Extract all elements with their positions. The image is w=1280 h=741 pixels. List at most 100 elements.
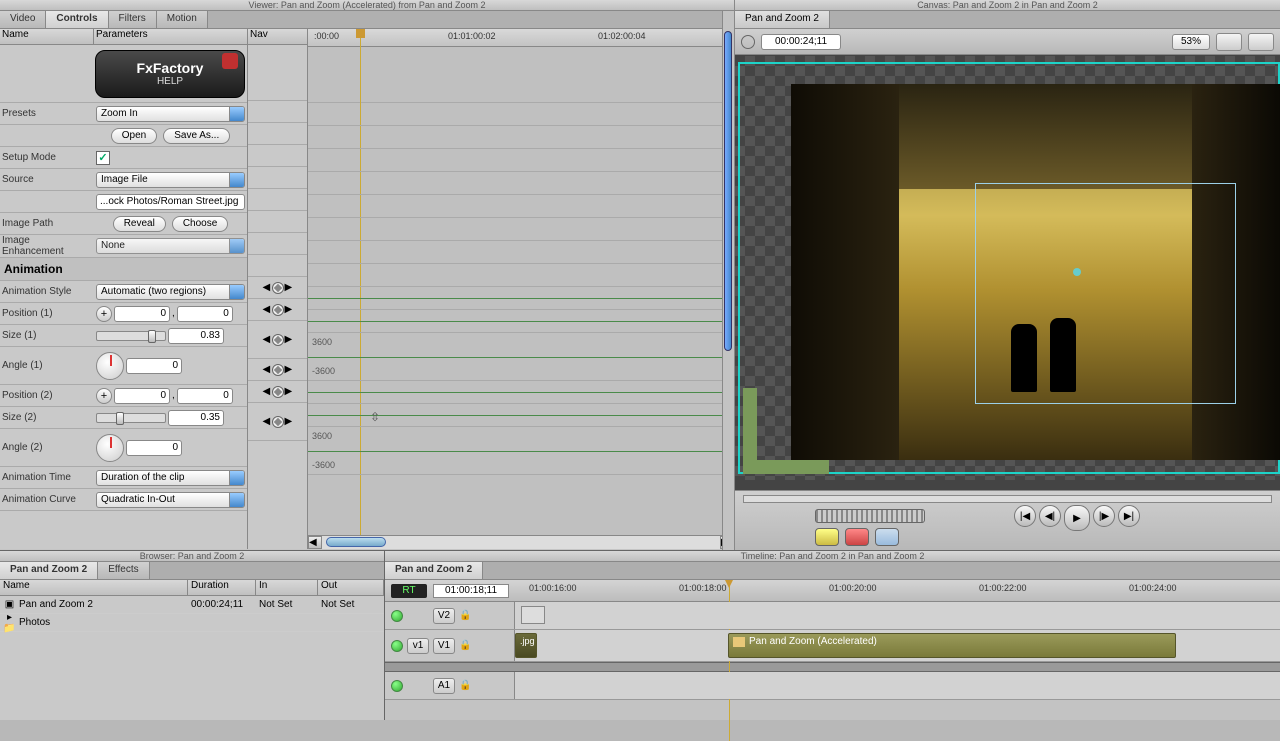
presets-select[interactable]: Zoom In bbox=[96, 106, 245, 122]
thumbnail bbox=[521, 606, 545, 624]
animation-header: Animation bbox=[0, 258, 247, 281]
param-hscroll[interactable]: ◀▶ bbox=[308, 535, 734, 549]
col-parameters: Parameters bbox=[94, 29, 247, 44]
region-center-handle[interactable] bbox=[1073, 268, 1081, 276]
step-back-button[interactable]: ◀| bbox=[1039, 505, 1061, 527]
track-enable-a1[interactable] bbox=[391, 680, 403, 692]
animcurve-select[interactable]: Quadratic In-Out bbox=[96, 492, 245, 508]
param-timeline-ruler[interactable]: :00:00 01:01:00:02 01:02:00:04 bbox=[308, 29, 734, 47]
lock-icon[interactable]: 🔒 bbox=[459, 610, 471, 622]
keyframe-button[interactable] bbox=[272, 364, 284, 376]
angle2-value[interactable]: 0 bbox=[126, 440, 182, 456]
browser-title: Browser: Pan and Zoom 2 bbox=[0, 551, 384, 562]
track-label-a1[interactable]: A1 bbox=[433, 678, 455, 694]
position1-x[interactable]: 0 bbox=[114, 306, 170, 322]
timeline-timecode[interactable]: 01:00:18;11 bbox=[433, 584, 509, 598]
size1-value[interactable]: 0.83 bbox=[168, 328, 224, 344]
param-vscroll[interactable] bbox=[722, 11, 734, 550]
viewer-tabs: Video Controls Filters Motion bbox=[0, 11, 734, 29]
canvas-zoom[interactable]: 53% bbox=[1172, 34, 1210, 50]
size2-label: Size (2) bbox=[0, 412, 94, 423]
overwrite-button[interactable] bbox=[875, 528, 899, 546]
step-fwd-button[interactable]: |▶ bbox=[1093, 505, 1115, 527]
track-label-v2[interactable]: V2 bbox=[433, 608, 455, 624]
timeline-tab[interactable]: Pan and Zoom 2 bbox=[385, 562, 483, 579]
col-nav: Nav bbox=[248, 29, 307, 45]
track-source-v1[interactable]: v1 bbox=[407, 638, 429, 654]
keyframe-button[interactable] bbox=[272, 304, 284, 316]
tab-controls[interactable]: Controls bbox=[46, 11, 108, 28]
clip-panzoom[interactable]: Pan and Zoom (Accelerated) bbox=[728, 633, 1176, 658]
browser-col-name[interactable]: Name bbox=[0, 580, 188, 595]
goto-start-button[interactable]: |◀ bbox=[1014, 505, 1036, 527]
mark-clip-button[interactable] bbox=[815, 528, 839, 546]
track-v1: v1 V1 🔒 .jpg Pan and Zoom (Accelerated) bbox=[385, 630, 1280, 662]
timeline-ruler[interactable]: 01:00:16:00 01:00:18:00 01:00:20:00 01:0… bbox=[519, 580, 1280, 601]
lock-icon[interactable]: 🔒 bbox=[459, 680, 471, 692]
canvas-tab[interactable]: Pan and Zoom 2 bbox=[735, 11, 830, 28]
keyframe-button[interactable] bbox=[272, 386, 284, 398]
browser-tab-project[interactable]: Pan and Zoom 2 bbox=[0, 562, 98, 579]
tab-motion[interactable]: Motion bbox=[157, 11, 208, 28]
rt-indicator[interactable]: RT bbox=[391, 584, 427, 598]
position2-y[interactable]: 0 bbox=[177, 388, 233, 404]
tab-video[interactable]: Video bbox=[0, 11, 46, 28]
imagepath-field: ...ock Photos/Roman Street.jpg bbox=[96, 194, 245, 210]
track-enable-v2[interactable] bbox=[391, 610, 403, 622]
setupmode-checkbox[interactable]: ✓ bbox=[96, 151, 110, 165]
angle2-dial[interactable] bbox=[96, 434, 124, 462]
resize-cursor-icon: ⇳ bbox=[370, 410, 380, 424]
size2-value[interactable]: 0.35 bbox=[168, 410, 224, 426]
angle1-dial[interactable] bbox=[96, 352, 124, 380]
canvas-viewport[interactable] bbox=[735, 56, 1280, 480]
angle1-value[interactable]: 0 bbox=[126, 358, 182, 374]
enhancement-select[interactable]: None bbox=[96, 238, 245, 254]
replace-button[interactable] bbox=[845, 528, 869, 546]
timeline-title: Timeline: Pan and Zoom 2 in Pan and Zoom… bbox=[385, 551, 1280, 562]
fxfactory-label: FxFactory bbox=[137, 60, 204, 76]
size2-slider[interactable] bbox=[96, 413, 166, 423]
position2-point-button[interactable]: + bbox=[96, 388, 112, 404]
source-select[interactable]: Image File bbox=[96, 172, 245, 188]
keyframe-button[interactable] bbox=[272, 416, 284, 428]
track-label-v1[interactable]: V1 bbox=[433, 638, 455, 654]
position1-point-button[interactable]: + bbox=[96, 306, 112, 322]
size1-slider[interactable] bbox=[96, 331, 166, 341]
jog-wheel[interactable] bbox=[815, 509, 925, 523]
browser-row[interactable]: ▣ Pan and Zoom 2 00:00:24;11 Not Set Not… bbox=[0, 596, 384, 614]
browser-col-out[interactable]: Out bbox=[318, 580, 384, 595]
track-enable-v1[interactable] bbox=[391, 640, 403, 652]
keyframe-button[interactable] bbox=[272, 334, 284, 346]
fxfactory-help-button[interactable]: FxFactory HELP bbox=[95, 50, 245, 98]
track-a1: A1 🔒 bbox=[385, 672, 1280, 700]
imagepath-label: Image Path bbox=[0, 218, 94, 229]
animtime-label: Animation Time bbox=[0, 472, 94, 483]
canvas-scrubber[interactable] bbox=[743, 495, 1272, 503]
animtime-select[interactable]: Duration of the clip bbox=[96, 470, 245, 486]
angle2-label: Angle (2) bbox=[0, 442, 94, 453]
lock-icon[interactable]: 🔒 bbox=[459, 640, 471, 652]
browser-col-in[interactable]: In bbox=[256, 580, 318, 595]
browser-col-duration[interactable]: Duration bbox=[188, 580, 256, 595]
browser-tab-effects[interactable]: Effects bbox=[98, 562, 149, 579]
goto-end-button[interactable]: ▶| bbox=[1118, 505, 1140, 527]
browser-row[interactable]: ▸📁 Photos bbox=[0, 614, 384, 632]
canvas-view-button[interactable] bbox=[1216, 33, 1242, 51]
clip-jpg[interactable]: .jpg bbox=[515, 633, 537, 658]
reveal-button[interactable]: Reveal bbox=[113, 216, 166, 232]
canvas-timecode[interactable]: 00:00:24;11 bbox=[761, 34, 841, 50]
play-button[interactable]: ▶ bbox=[1064, 505, 1090, 531]
tab-filters[interactable]: Filters bbox=[109, 11, 157, 28]
canvas-overlay-button[interactable] bbox=[1248, 33, 1274, 51]
setupmode-label: Setup Mode bbox=[0, 152, 94, 163]
open-button[interactable]: Open bbox=[111, 128, 157, 144]
choose-button[interactable]: Choose bbox=[172, 216, 228, 232]
region-rect[interactable] bbox=[975, 183, 1237, 403]
position2-x[interactable]: 0 bbox=[114, 388, 170, 404]
saveas-button[interactable]: Save As... bbox=[163, 128, 230, 144]
keyframe-button[interactable] bbox=[272, 282, 284, 294]
animstyle-select[interactable]: Automatic (two regions) bbox=[96, 284, 245, 300]
position1-y[interactable]: 0 bbox=[177, 306, 233, 322]
folder-icon: ▸📁 bbox=[0, 612, 16, 634]
size1-label: Size (1) bbox=[0, 330, 94, 341]
